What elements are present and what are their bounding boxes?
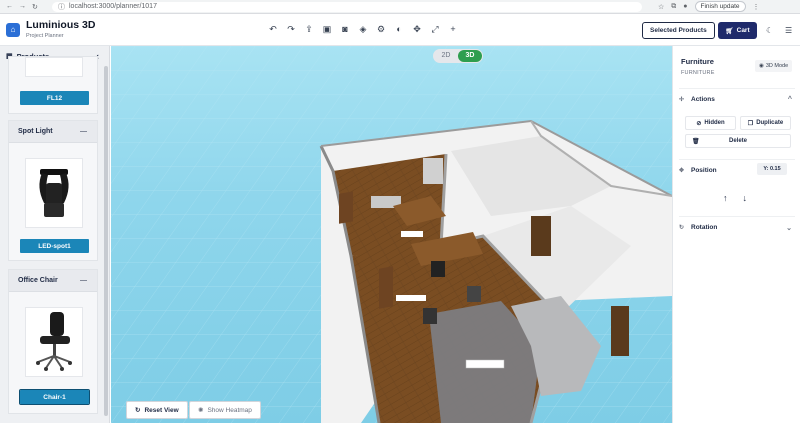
heatmap-icon: ✺ <box>198 407 204 414</box>
expand-icon[interactable]: ⤢ <box>430 24 440 35</box>
panel-subtitle: FURNITURE <box>681 70 715 76</box>
collapse-icon[interactable]: — <box>80 277 87 284</box>
cart-label: Cart <box>736 27 750 34</box>
duplicate-label: Duplicate <box>756 120 784 126</box>
finish-update-button[interactable]: Finish update <box>694 1 746 12</box>
hidden-label: Hidden <box>704 120 725 126</box>
3d-viewport[interactable]: 2D 3D ↻ Reset View ✺ Show Heatmap <box>111 46 672 423</box>
mode-3d-button[interactable]: 3D <box>458 50 482 62</box>
app-header: ⌂ Luminious 3D Project Planner ↶ ↷ ⇪ ▣ ◙… <box>0 14 800 46</box>
info-icon: ⓘ <box>58 3 65 11</box>
products-sidebar: ▦ Products ‹ FL12 Spot Light — LED-spot1… <box>0 46 110 423</box>
cart-button[interactable]: 🛒︎ Cart <box>718 22 757 39</box>
arrow-up-icon[interactable]: ↑ <box>723 193 728 203</box>
actions-title: Actions <box>691 96 715 103</box>
actions-icon: ✢ <box>679 97 685 103</box>
theme-toggle-icon[interactable]: ☾ <box>766 26 773 35</box>
profile-icon[interactable]: ● <box>683 3 687 10</box>
palette-icon[interactable]: ◐ <box>394 24 404 35</box>
upload-icon[interactable]: ⇪ <box>304 24 314 35</box>
address-bar[interactable]: ⓘ localhost:3000/planner/1017 <box>52 1 642 12</box>
reset-view-button[interactable]: ↻ Reset View <box>126 401 188 419</box>
move-icon[interactable]: ✥ <box>412 24 422 35</box>
brand: Luminious 3D Project Planner <box>26 20 95 39</box>
view-mode-toggle[interactable]: 2D 3D <box>433 49 483 63</box>
actions-section-header[interactable]: ✢ Actions ^ <box>679 88 795 110</box>
cart-icon: 🛒︎ <box>725 27 734 35</box>
mode-badge-label: 3D Mode <box>765 63 789 69</box>
y-position-value: Y: 0.15 <box>757 163 787 175</box>
app-title: Luminious 3D <box>26 19 96 31</box>
settings-icon[interactable]: ⚙ <box>376 24 386 35</box>
category-title: Spot Light <box>18 128 53 135</box>
hidden-button[interactable]: ⊘ Hidden <box>685 116 736 130</box>
rotation-section-header[interactable]: ↻ Rotation ⌄ <box>679 216 795 238</box>
spotlight-image <box>39 169 69 217</box>
product-thumbnail[interactable] <box>25 57 83 77</box>
mode-2d-button[interactable]: 2D <box>434 50 458 62</box>
product-card: Office Chair — Chair-1 <box>8 269 98 414</box>
category-title: Office Chair <box>18 277 58 284</box>
dimension-label <box>465 359 505 369</box>
redo-icon[interactable]: ↷ <box>286 24 296 35</box>
undo-icon[interactable]: ↶ <box>268 24 278 35</box>
rotate-icon: ↻ <box>679 225 685 231</box>
reset-icon: ↻ <box>135 407 141 414</box>
trash-icon: 🗑︎ <box>692 138 700 145</box>
office-chair-image <box>36 312 72 371</box>
toolbar: ↶ ↷ ⇪ ▣ ◙ ◈ ⚙ ◐ ✥ ⤢ + <box>268 24 458 35</box>
dimension-label <box>396 295 426 301</box>
sidebar-scrollbar[interactable] <box>104 66 108 416</box>
back-icon[interactable]: ← <box>6 3 13 11</box>
layers-icon[interactable]: ◈ <box>358 24 368 35</box>
position-title: Position <box>691 167 717 174</box>
category-header[interactable]: Office Chair — <box>9 270 97 292</box>
chevron-down-icon[interactable]: ⌄ <box>786 224 792 232</box>
chevron-up-icon[interactable]: ^ <box>788 96 792 103</box>
browser-bar: ← → ↻ ⓘ localhost:3000/planner/1017 ☆ ⧉ … <box>0 0 800 14</box>
reload-icon[interactable]: ↻ <box>32 3 38 11</box>
show-heatmap-label: Show Heatmap <box>207 406 252 414</box>
browser-nav: ← → ↻ <box>0 3 48 11</box>
mode-badge: ◉ 3D Mode <box>755 60 793 72</box>
star-icon[interactable]: ☆ <box>658 3 664 11</box>
collapse-icon[interactable]: — <box>80 128 87 135</box>
selected-products-button[interactable]: Selected Products <box>642 22 715 39</box>
save-icon[interactable]: ▣ <box>322 24 332 35</box>
extensions-icon[interactable]: ⧉ <box>671 3 676 11</box>
category-header[interactable]: Spot Light — <box>9 121 97 143</box>
delete-label: Delete <box>728 138 747 144</box>
rotation-title: Rotation <box>691 224 718 231</box>
menu-icon[interactable]: ☰ <box>785 26 792 35</box>
product-thumbnail-spotlight[interactable] <box>25 158 83 228</box>
move-icon: ✥ <box>679 168 685 174</box>
product-thumbnail-chair[interactable] <box>25 307 83 377</box>
product-card: Spot Light — LED-spot1 <box>8 120 98 261</box>
product-button-chair-1[interactable]: Chair-1 <box>19 389 90 405</box>
product-button-led-spot1[interactable]: LED-spot1 <box>20 239 89 253</box>
url-text: localhost:3000/planner/1017 <box>69 3 157 10</box>
eye-icon: ◉ <box>759 63 764 69</box>
position-arrows: ↑ ↓ <box>723 193 747 203</box>
panel-title: Furniture <box>681 57 714 66</box>
camera-icon[interactable]: ◙ <box>340 24 350 35</box>
reset-view-label: Reset View <box>144 406 179 414</box>
app-subtitle: Project Planner <box>26 32 64 39</box>
copy-icon: ❐ <box>747 120 754 127</box>
floorplan-render[interactable] <box>111 46 672 423</box>
forward-icon[interactable]: → <box>19 3 26 11</box>
product-card: FL12 <box>8 56 98 114</box>
arrow-down-icon[interactable]: ↓ <box>743 193 748 203</box>
dimension-label <box>401 231 423 237</box>
home-icon[interactable]: ⌂ <box>6 22 20 37</box>
delete-button[interactable]: 🗑︎ Delete <box>685 134 791 148</box>
duplicate-button[interactable]: ❐ Duplicate <box>740 116 791 130</box>
plus-icon[interactable]: + <box>448 24 458 35</box>
browser-menu-icon[interactable]: ⋮ <box>753 3 760 11</box>
show-heatmap-button[interactable]: ✺ Show Heatmap <box>189 401 261 419</box>
properties-panel: Furniture FURNITURE ◉ 3D Mode ✢ Actions … <box>672 46 800 423</box>
product-button-fl12[interactable]: FL12 <box>20 91 89 105</box>
eye-off-icon: ⊘ <box>696 120 702 127</box>
